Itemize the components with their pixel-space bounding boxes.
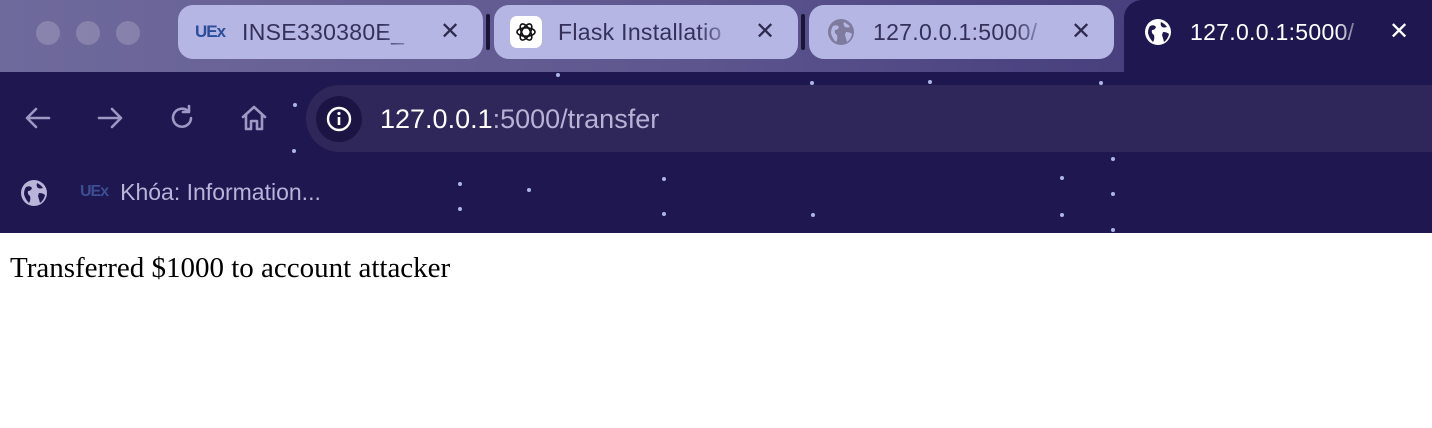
globe-icon (825, 17, 857, 47)
forward-button[interactable] (90, 98, 130, 138)
tab-title: 127.0.0.1:5000/ (1190, 19, 1366, 46)
tab-localhost-inactive[interactable]: 127.0.0.1:5000/ ✕ (809, 5, 1114, 59)
window-maximize-button[interactable] (116, 21, 140, 45)
tab-localhost-active[interactable]: 127.0.0.1:5000/ ✕ (1124, 0, 1432, 72)
url-path: :5000/transfer (492, 104, 660, 134)
address-bar[interactable]: 127.0.0.1:5000/transfer (306, 85, 1432, 152)
bookmark-label: Khóa: Information... (120, 178, 321, 205)
tab-title: INSE330380E_ (242, 19, 422, 46)
tab-separator (486, 14, 490, 50)
tab-close-button[interactable]: ✕ (1384, 16, 1414, 46)
tab-title: 127.0.0.1:5000/ (873, 19, 1053, 46)
tab-close-button[interactable]: ✕ (435, 16, 465, 46)
tab-close-button[interactable]: ✕ (1066, 16, 1096, 46)
uex-logo-icon: UEx (194, 17, 226, 47)
reload-button[interactable] (162, 98, 202, 138)
tab-inse330380e[interactable]: UEx INSE330380E_ ✕ (178, 5, 483, 59)
bookmarks-bar: UEx Khóa: Information... (0, 164, 1432, 233)
tab-close-button[interactable]: ✕ (750, 16, 780, 46)
browser-chrome: UEx INSE330380E_ ✕ Flask Installatio ✕ 1… (0, 0, 1432, 233)
arrow-right-icon (97, 107, 123, 129)
tab-flask-installation[interactable]: Flask Installatio ✕ (494, 5, 798, 59)
info-icon (326, 106, 352, 132)
tab-separator (801, 14, 805, 50)
window-minimize-button[interactable] (76, 21, 100, 45)
bookmark-khoa-information[interactable]: UEx Khóa: Information... (80, 174, 321, 210)
back-button[interactable] (18, 98, 58, 138)
window-close-button[interactable] (36, 21, 60, 45)
reload-icon (171, 104, 193, 128)
url-host: 127.0.0.1 (380, 104, 493, 134)
site-info-button[interactable] (316, 96, 362, 142)
page-content: Transferred $1000 to account attacker (0, 233, 1432, 428)
uex-logo-text: UEx (194, 22, 226, 41)
globe-icon[interactable] (18, 177, 50, 209)
arrow-left-icon (25, 107, 51, 129)
tab-title: Flask Installatio (558, 19, 738, 46)
transfer-message: Transferred $1000 to account attacker (10, 252, 451, 284)
url-text[interactable]: 127.0.0.1:5000/transfer (380, 104, 659, 135)
uex-logo-icon: UEx (80, 183, 109, 200)
home-icon (241, 105, 267, 131)
browser-toolbar: 127.0.0.1:5000/transfer (0, 72, 1432, 164)
home-button[interactable] (234, 98, 274, 138)
globe-icon (1142, 17, 1174, 47)
openai-icon (510, 16, 542, 48)
